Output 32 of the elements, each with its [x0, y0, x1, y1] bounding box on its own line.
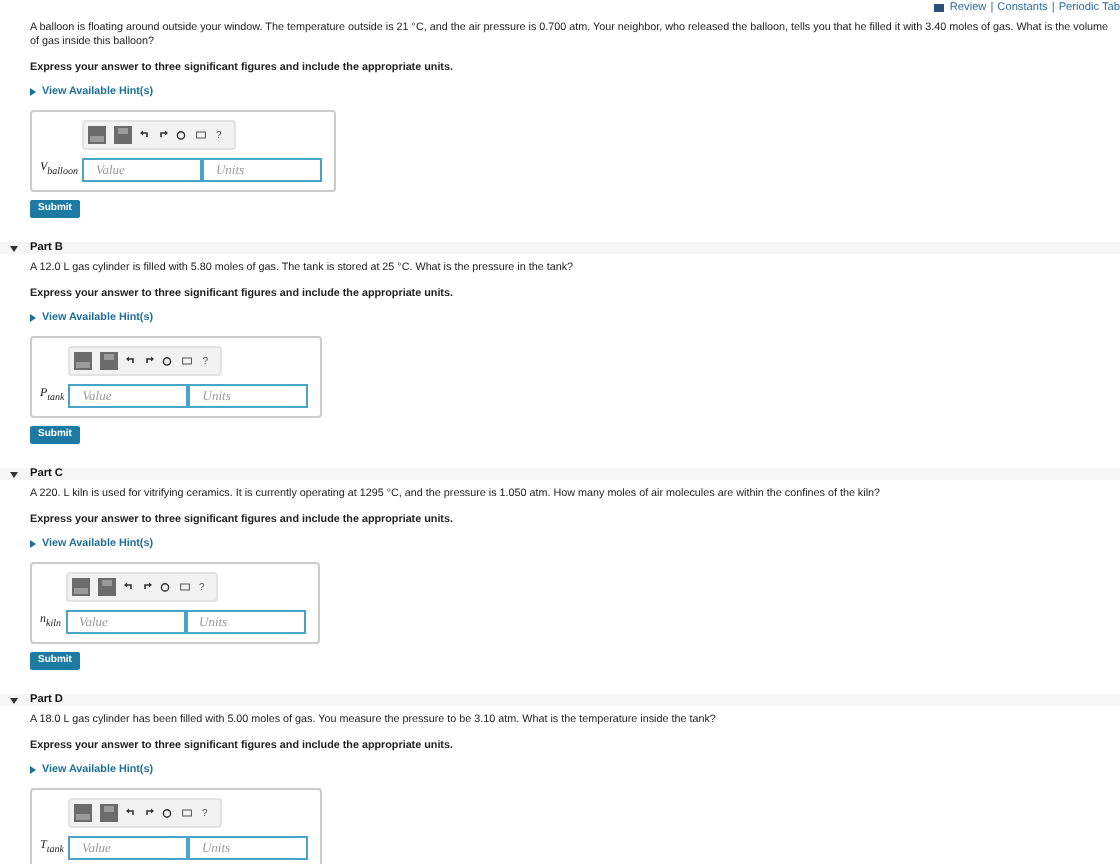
templates-icon[interactable] — [71, 578, 89, 596]
undo-icon[interactable] — [139, 130, 150, 140]
caret-icon — [30, 88, 36, 96]
templates-icon[interactable] — [97, 578, 115, 596]
caret-icon — [30, 766, 36, 774]
redo-icon[interactable] — [144, 356, 155, 366]
templates-icon[interactable] — [113, 126, 132, 144]
undo-icon[interactable] — [123, 582, 133, 592]
caret-icon — [30, 314, 36, 322]
redo-icon[interactable] — [141, 582, 151, 592]
caret-icon — [10, 697, 18, 703]
reset-icon[interactable] — [161, 808, 172, 818]
caret-icon — [10, 471, 18, 477]
keyboard-icon[interactable] — [180, 356, 195, 366]
reset-icon[interactable] — [162, 356, 173, 366]
templates-icon[interactable] — [99, 804, 118, 822]
redo-icon[interactable] — [143, 808, 154, 818]
caret-icon — [10, 245, 18, 251]
undo-icon[interactable] — [126, 356, 137, 366]
caret-icon — [30, 540, 36, 548]
undo-icon[interactable] — [125, 808, 136, 818]
templates-icon[interactable] — [87, 126, 106, 144]
reset-icon[interactable] — [159, 582, 169, 592]
redo-icon[interactable] — [157, 130, 168, 140]
reset-icon[interactable] — [175, 130, 186, 140]
templates-icon[interactable] — [73, 804, 92, 822]
keyboard-icon[interactable] — [177, 582, 191, 592]
templates-icon[interactable] — [74, 352, 93, 370]
keyboard-icon[interactable] — [179, 808, 194, 818]
keyboard-icon[interactable] — [193, 130, 208, 140]
book-icon — [933, 4, 944, 12]
templates-icon[interactable] — [100, 352, 119, 370]
